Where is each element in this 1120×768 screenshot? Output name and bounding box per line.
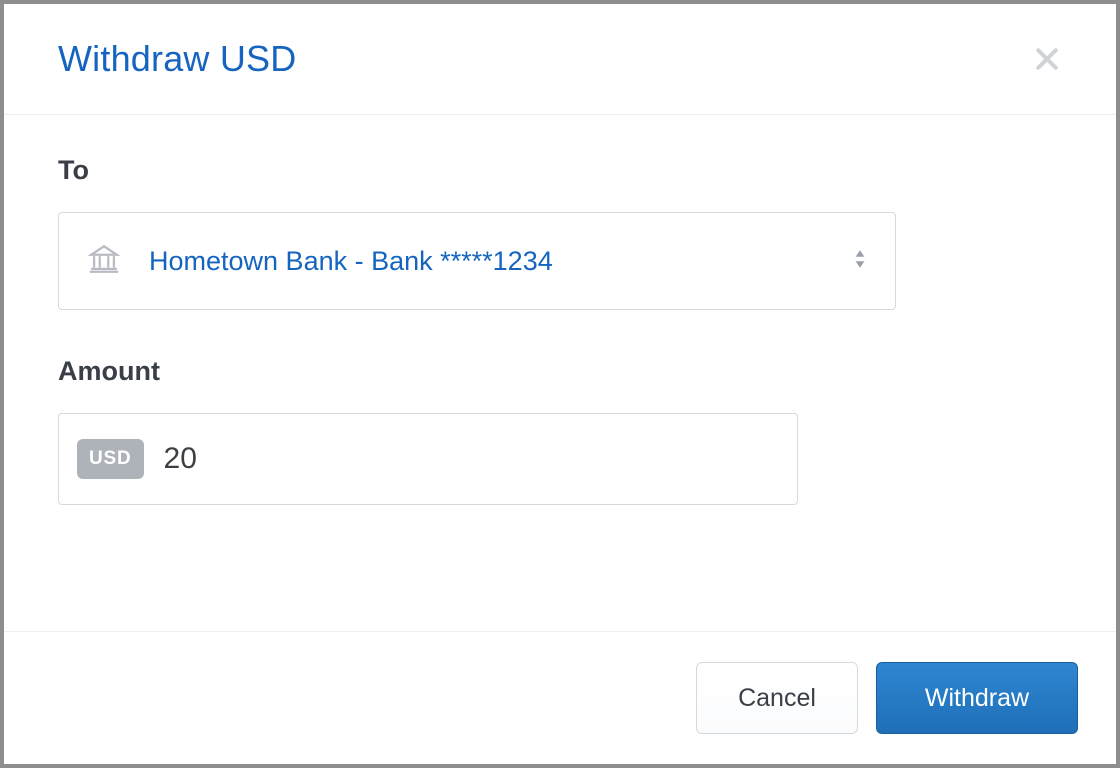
amount-input[interactable]	[164, 442, 779, 476]
to-field-group: To Hometown Bank - Ba	[58, 155, 1062, 310]
amount-input-wrap: USD	[58, 413, 798, 505]
withdraw-modal: Withdraw USD To	[4, 4, 1116, 764]
modal-header: Withdraw USD	[4, 4, 1116, 115]
chevron-up-down-icon	[853, 248, 867, 275]
close-icon	[1032, 44, 1062, 74]
withdraw-button[interactable]: Withdraw	[876, 662, 1078, 734]
destination-select[interactable]: Hometown Bank - Bank *****1234	[58, 212, 896, 310]
currency-badge: USD	[77, 439, 144, 479]
modal-title: Withdraw USD	[58, 38, 296, 80]
cancel-button[interactable]: Cancel	[696, 662, 858, 734]
to-label: To	[58, 155, 1062, 186]
bank-icon	[87, 242, 121, 281]
amount-label: Amount	[58, 356, 1062, 387]
close-button[interactable]	[1026, 38, 1068, 80]
amount-field-group: Amount USD	[58, 356, 1062, 505]
modal-footer: Cancel Withdraw	[4, 631, 1116, 764]
destination-select-value: Hometown Bank - Bank *****1234	[149, 246, 853, 277]
modal-body: To Hometown Bank - Ba	[4, 115, 1116, 631]
destination-select-wrap: Hometown Bank - Bank *****1234	[58, 212, 896, 310]
